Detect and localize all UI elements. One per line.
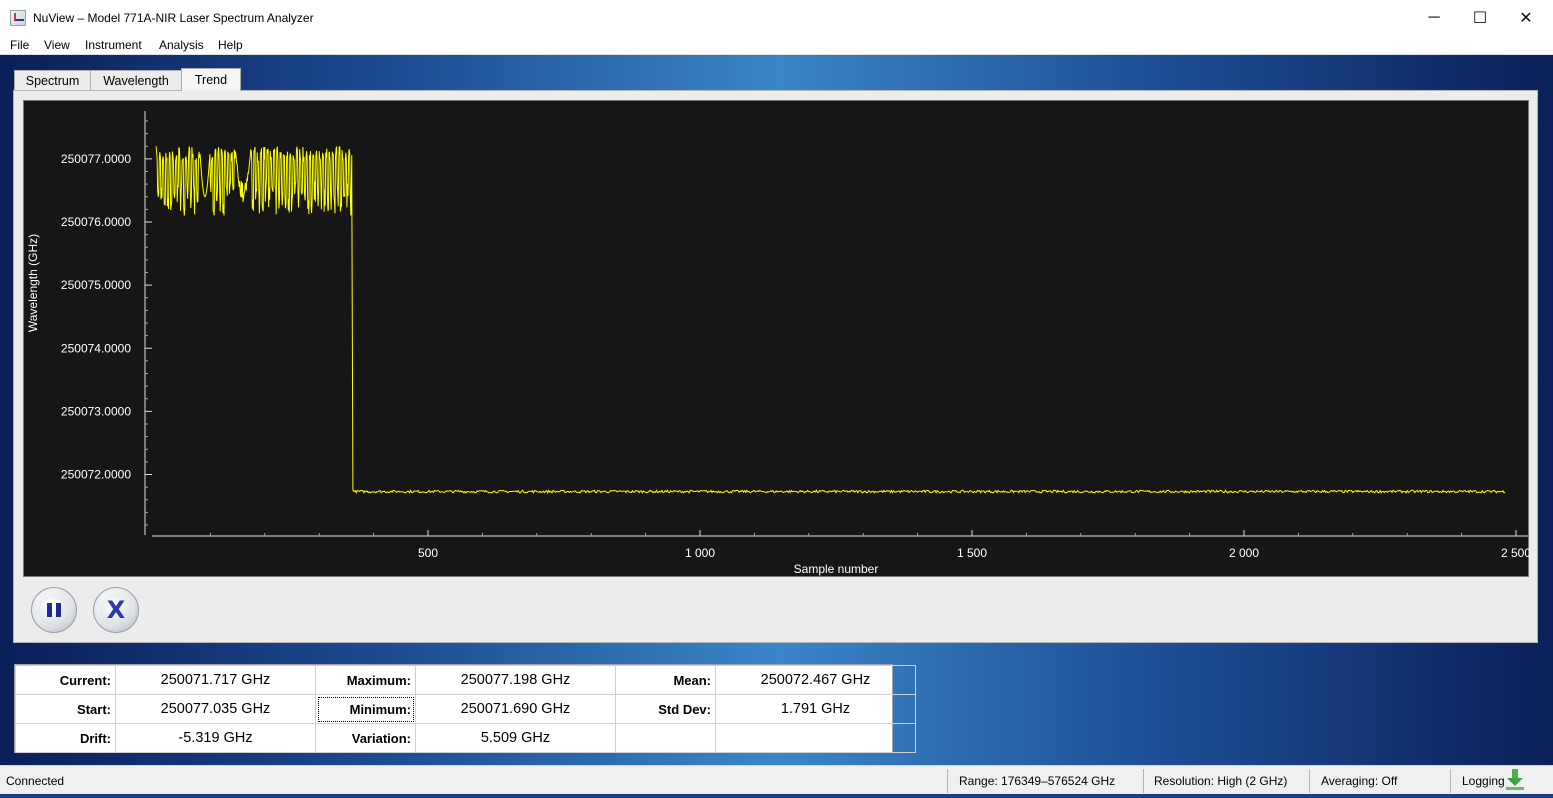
x-tick-label: 2 000 bbox=[1229, 546, 1259, 560]
connection-status: Connected bbox=[6, 774, 65, 788]
clear-button[interactable]: X bbox=[93, 587, 139, 633]
minimize-button[interactable]: ─ bbox=[1411, 0, 1457, 35]
std-dev-value: 1.791 GHz bbox=[715, 694, 916, 724]
window-border bbox=[0, 794, 1553, 798]
download-icon[interactable] bbox=[1505, 769, 1525, 791]
y-tick-label: 250077.0000 bbox=[61, 152, 131, 166]
pause-button[interactable] bbox=[31, 587, 77, 633]
window-title: NuView – Model 771A-NIR Laser Spectrum A… bbox=[33, 11, 314, 25]
logging-status[interactable]: Logging bbox=[1462, 774, 1505, 788]
empty-label bbox=[615, 723, 716, 753]
status-bar: Connected Range: 176349–576524 GHz Resol… bbox=[0, 765, 1553, 794]
averaging-status: Averaging: Off bbox=[1321, 774, 1398, 788]
statistics-table: Current: 250071.717 GHz Maximum: 250077.… bbox=[14, 664, 916, 753]
current-label: Current: bbox=[15, 665, 116, 695]
trend-panel: 250072.0000 250073.0000 250074.0000 250075.… bbox=[13, 90, 1538, 643]
x-tick-label: 2 500 bbox=[1501, 546, 1530, 560]
minimum-value: 250071.690 GHz bbox=[415, 694, 616, 724]
stats-row: Start: 250077.035 GHz Minimum: 250071.69… bbox=[15, 694, 916, 724]
close-icon: X bbox=[106, 596, 126, 624]
maximum-label: Maximum: bbox=[315, 665, 416, 695]
y-tick-label: 250076.0000 bbox=[61, 215, 131, 229]
trend-chart: 250072.0000 250073.0000 250074.0000 250075.… bbox=[23, 100, 1530, 577]
tab-spectrum[interactable]: Spectrum bbox=[14, 70, 91, 90]
std-dev-label: Std Dev: bbox=[615, 694, 716, 724]
y-axis-title: Wavelength (GHz) bbox=[26, 234, 40, 332]
y-tick-label: 250072.0000 bbox=[61, 468, 131, 482]
trend-line bbox=[155, 146, 1506, 494]
y-tick-label: 250075.0000 bbox=[61, 278, 131, 292]
stats-row: Current: 250071.717 GHz Maximum: 250077.… bbox=[15, 665, 916, 695]
maximum-value: 250077.198 GHz bbox=[415, 665, 616, 695]
variation-label: Variation: bbox=[315, 723, 416, 753]
close-button[interactable]: ✕ bbox=[1503, 0, 1549, 35]
pause-icon bbox=[47, 603, 61, 617]
menu-file[interactable]: File bbox=[10, 38, 29, 52]
empty-value bbox=[715, 723, 916, 753]
tab-trend[interactable]: Trend bbox=[181, 68, 241, 91]
drift-label: Drift: bbox=[15, 723, 116, 753]
menu-view[interactable]: View bbox=[44, 38, 70, 52]
trend-chart-svg: 250072.0000 250073.0000 250074.0000 250075.… bbox=[26, 111, 1530, 576]
range-status: Range: 176349–576524 GHz bbox=[959, 774, 1116, 788]
tab-wavelength[interactable]: Wavelength bbox=[90, 70, 182, 90]
menu-instrument[interactable]: Instrument bbox=[85, 38, 142, 52]
start-value: 250077.035 GHz bbox=[115, 694, 316, 724]
minimum-label[interactable]: Minimum: bbox=[315, 694, 416, 724]
x-tick-label: 500 bbox=[418, 546, 438, 560]
menu-analysis[interactable]: Analysis bbox=[159, 38, 204, 52]
start-label: Start: bbox=[15, 694, 116, 724]
x-tick-label: 1 000 bbox=[685, 546, 715, 560]
mean-label: Mean: bbox=[615, 665, 716, 695]
menu-help[interactable]: Help bbox=[218, 38, 243, 52]
app-icon bbox=[10, 10, 26, 26]
variation-value: 5.509 GHz bbox=[415, 723, 616, 753]
x-tick-label: 1 500 bbox=[957, 546, 987, 560]
mean-value: 250072.467 GHz bbox=[715, 665, 916, 695]
menu-bar: File View Instrument Analysis Help bbox=[0, 35, 1553, 55]
stats-row: Drift: -5.319 GHz Variation: 5.509 GHz bbox=[15, 723, 916, 753]
maximize-button[interactable]: ☐ bbox=[1457, 0, 1503, 35]
y-tick-label: 250074.0000 bbox=[61, 341, 131, 355]
y-tick-label: 250073.0000 bbox=[61, 404, 131, 418]
current-value: 250071.717 GHz bbox=[115, 665, 316, 695]
resolution-status: Resolution: High (2 GHz) bbox=[1154, 774, 1288, 788]
drift-value: -5.319 GHz bbox=[115, 723, 316, 753]
title-bar: NuView – Model 771A-NIR Laser Spectrum A… bbox=[0, 0, 1553, 35]
x-axis-title: Sample number bbox=[794, 562, 879, 576]
